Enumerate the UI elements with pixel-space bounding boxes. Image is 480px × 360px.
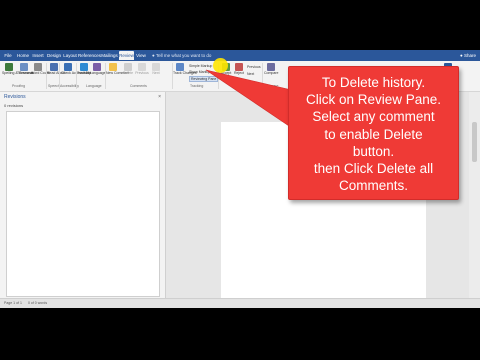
callout-arrow [205,69,301,129]
callout-line: Select any comment [312,109,435,125]
callout-line: Click on Review Pane. [305,92,442,108]
callout-line: to enable Delete [324,126,423,142]
instruction-callout: To Delete history. Click on Review Pane.… [288,66,459,200]
callout-text: To Delete history. Click on Review Pane.… [289,74,458,194]
callout-line: To Delete history. [321,75,426,90]
callout-line: Comments. [338,178,409,194]
callout-line: then Click Delete all [313,161,434,177]
callout-line: button. [352,143,395,159]
